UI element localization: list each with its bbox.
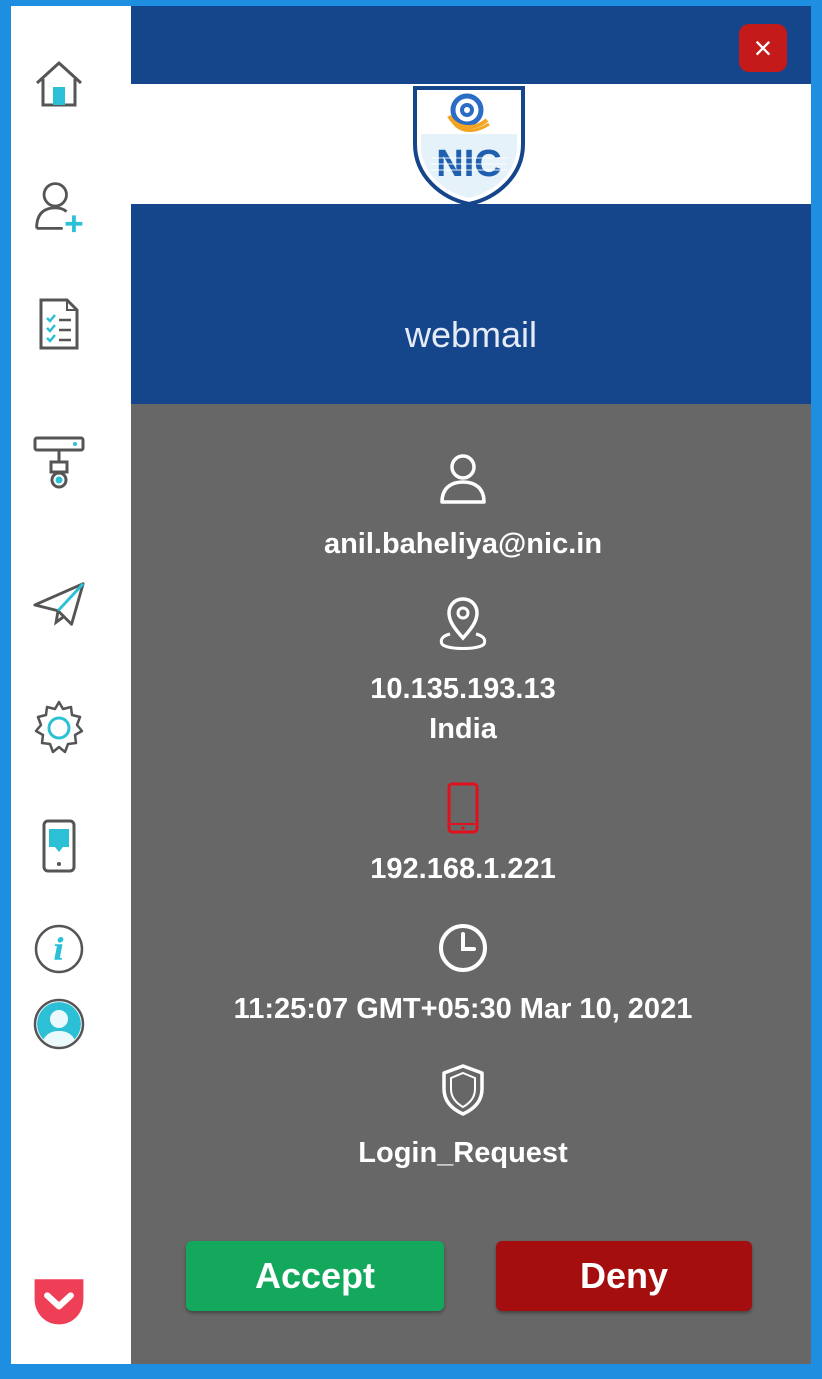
document-list-icon[interactable] [31,296,87,352]
user-email: anil.baheliya@nic.in [323,528,603,560]
sidebar: i [11,6,131,1364]
user-icon [431,446,495,510]
send-icon[interactable] [31,576,87,632]
header-bar [131,6,811,84]
svg-text:i: i [53,933,64,968]
phone-icon [431,776,495,840]
accept-button[interactable]: Accept [186,1241,444,1311]
app-window: i × webmail anil.baheliya@nic.in 10.135.… [11,6,811,1364]
home-icon[interactable] [31,56,87,112]
request-time: 11:25:07 GMT+05:30 Mar 10, 2021 [233,993,693,1025]
settings-gear-icon[interactable] [31,698,87,754]
nic-logo: NIC [409,84,529,207]
deny-button[interactable]: Deny [496,1241,752,1311]
close-icon: × [753,30,773,66]
request-panel: NIC × webmail anil.baheliya@nic.in 10.13… [131,6,811,1364]
source-country: India [429,713,497,745]
app-band [131,204,811,404]
mobile-device-icon[interactable] [31,818,87,874]
request-type: Login_Request [358,1137,568,1169]
profile-icon[interactable] [31,996,87,1052]
app-name: webmail [404,314,538,355]
shield-icon [431,1058,495,1122]
add-user-icon[interactable] [31,178,87,234]
location-pin-icon [431,592,495,656]
clock-icon [431,916,495,980]
pocket-icon[interactable] [31,1272,87,1328]
info-icon[interactable]: i [31,921,87,977]
device-connect-icon[interactable] [31,434,87,490]
device-ip: 192.168.1.221 [370,853,556,885]
close-button[interactable]: × [739,24,787,72]
source-ip: 10.135.193.13 [370,673,556,705]
